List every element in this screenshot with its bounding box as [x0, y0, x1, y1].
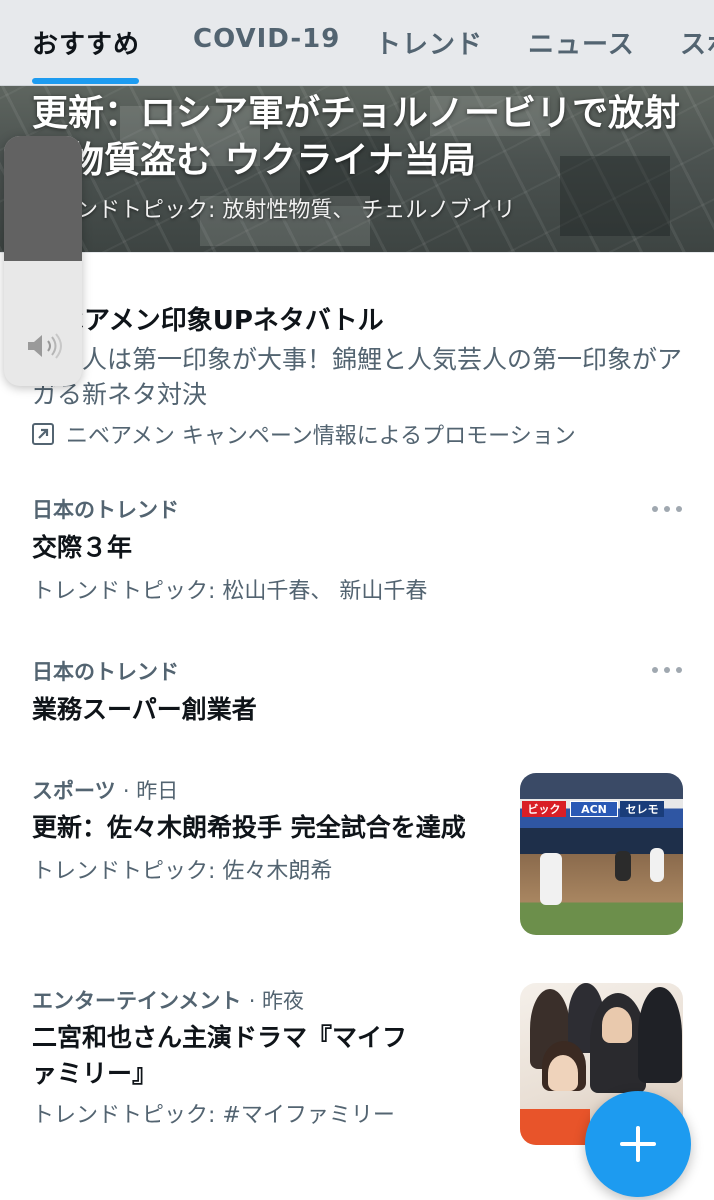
- trend-title: 交際３年: [32, 533, 133, 562]
- news-thumbnail: ビック ACN セレモ: [520, 773, 683, 935]
- promoted-by: ニベアメン キャンペーン情報によるプロモーション: [32, 418, 576, 450]
- news-topic: トレンドトピック: #マイファミリー: [32, 1103, 395, 1128]
- ad-board: セレモ: [620, 801, 664, 817]
- promoted-by-label: ニベアメン キャンペーン情報によるプロモーション: [66, 424, 576, 449]
- ad-board: ACN: [570, 801, 618, 817]
- volume-level-fill: [4, 136, 82, 261]
- drama-logo: [520, 1109, 590, 1145]
- speaker-icon: [28, 333, 62, 359]
- tab-sports[interactable]: スポ: [680, 24, 714, 61]
- volume-hud: [4, 136, 82, 386]
- cast-face: [602, 1007, 632, 1043]
- news-time: · 昨夜: [248, 989, 305, 1013]
- promo-description: 社会人は第一印象が大事！錦鯉と人気芸人の第一印象がアガる新ネタ対決: [32, 345, 683, 409]
- catcher-figure: [615, 851, 631, 881]
- promo-title: ニベアメン印象UPネタバトル: [32, 306, 384, 336]
- news-title: 更新：佐々木朗希投手 完全試合を達成: [32, 813, 466, 842]
- cast-figure: [638, 987, 682, 1083]
- more-options-icon[interactable]: [652, 502, 682, 516]
- trend-topic: トレンドトピック: 松山千春、 新山千春: [32, 579, 428, 604]
- news-title: 二宮和也さん主演ドラマ『マイファミリー』: [32, 1023, 408, 1088]
- news-context: エンターテインメント · 昨夜: [32, 985, 304, 1015]
- trend-context: 日本のトレンド: [32, 660, 179, 684]
- hero-story[interactable]: 更新：ロシア軍がチョルノービリで放射性物質盗む ウクライナ当局 トレンドトピック…: [0, 86, 714, 252]
- tab-news[interactable]: ニュース: [528, 24, 635, 61]
- news-category: エンターテインメント: [32, 989, 242, 1013]
- compose-button[interactable]: [585, 1091, 691, 1197]
- news-topic: トレンドトピック: 佐々木朗希: [32, 859, 333, 884]
- more-options-icon[interactable]: [652, 663, 682, 677]
- tab-covid19[interactable]: COVID-19: [193, 24, 340, 54]
- active-tab-indicator: [32, 78, 139, 84]
- tab-recommended[interactable]: おすすめ: [32, 24, 140, 61]
- section-divider: [0, 252, 714, 264]
- ad-board: ビック: [522, 801, 566, 817]
- tab-trending[interactable]: トレンド: [375, 24, 483, 61]
- news-time: · 昨日: [122, 779, 179, 803]
- news-context: スポーツ · 昨日: [32, 775, 178, 805]
- news-category: スポーツ: [32, 779, 116, 803]
- plus-icon: [620, 1126, 656, 1162]
- hero-title: 更新：ロシア軍がチョルノービリで放射性物質盗む ウクライナ当局: [32, 93, 681, 181]
- explore-tab-bar: おすすめ COVID-19 トレンド ニュース スポ: [0, 0, 714, 86]
- trend-title: 業務スーパー創業者: [32, 695, 257, 724]
- trend-context: 日本のトレンド: [32, 498, 179, 522]
- hero-subtitle: トレンドトピック: 放射性物質、 チェルノブイリ: [32, 198, 516, 223]
- batter-figure: [650, 848, 664, 882]
- cast-face: [548, 1055, 578, 1091]
- pitcher-figure: [540, 853, 562, 905]
- promoted-arrow-icon: [32, 423, 54, 445]
